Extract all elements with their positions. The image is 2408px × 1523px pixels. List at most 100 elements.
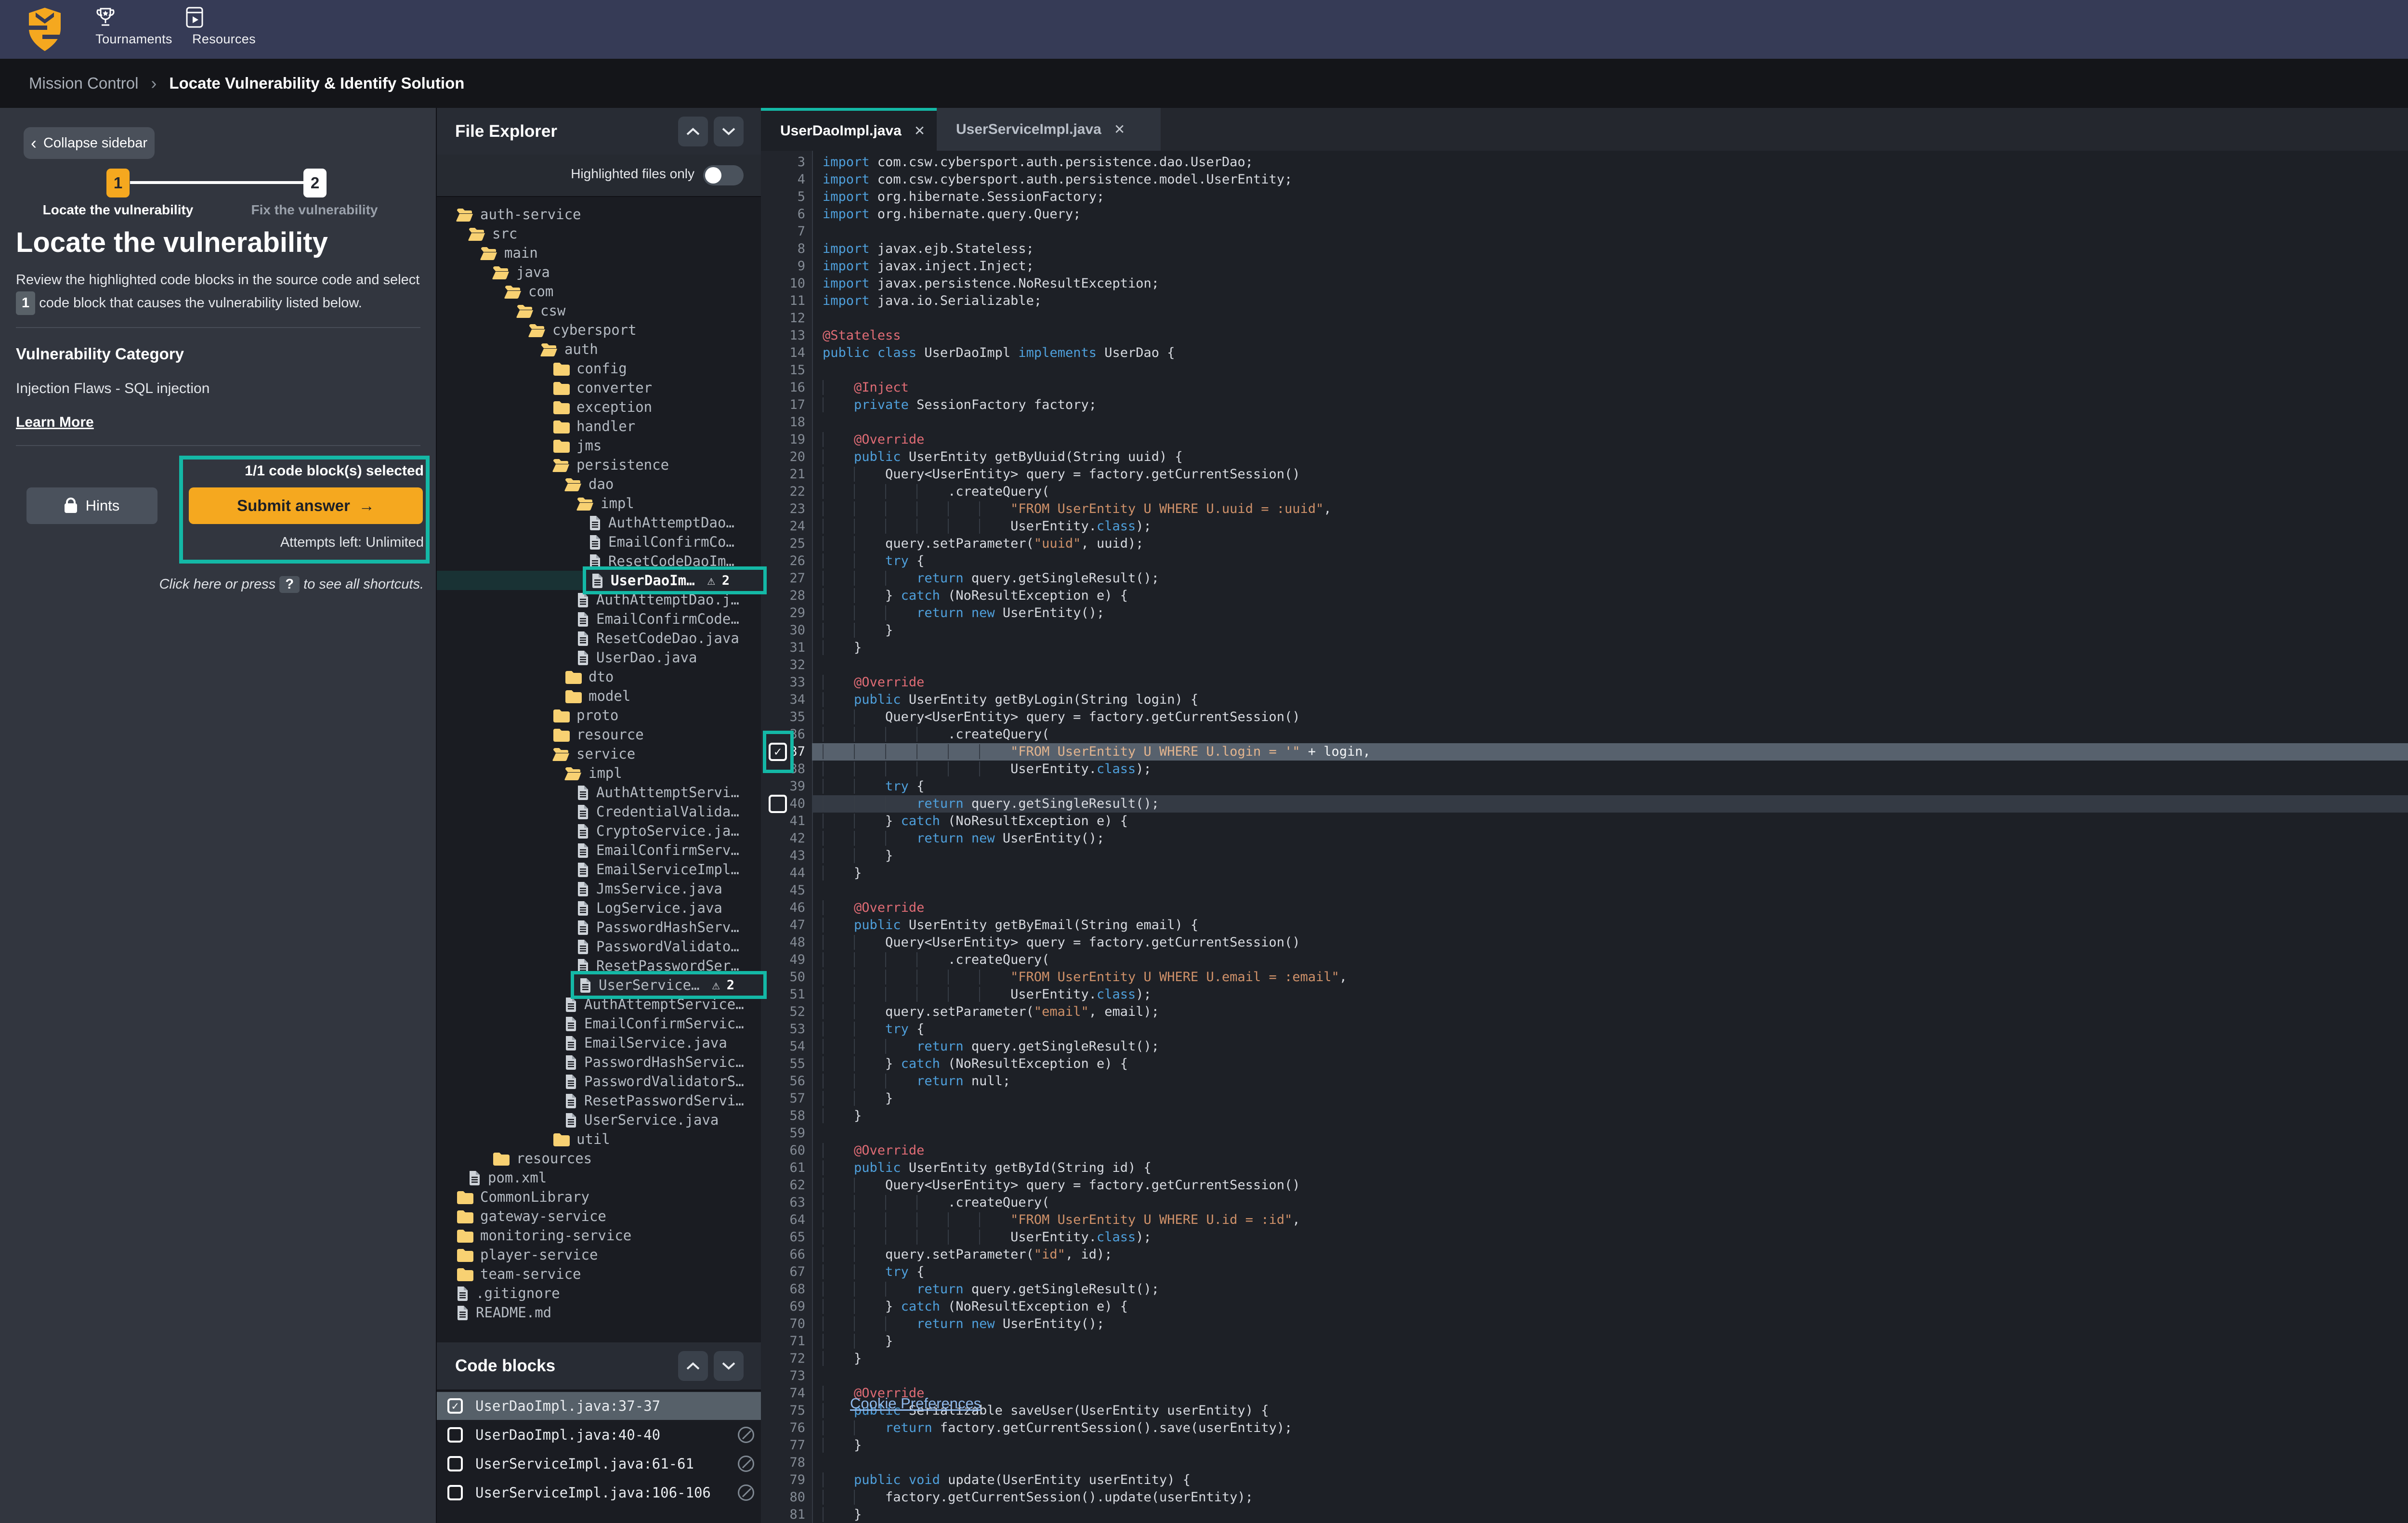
tree-item-cryptoservice-ja-[interactable]: CryptoService.ja…	[437, 821, 762, 840]
code-block-item[interactable]: ✓UserDaoImpl.java:37-37	[437, 1392, 762, 1420]
tree-item-auth[interactable]: auth	[437, 340, 762, 359]
tree-item-config[interactable]: config	[437, 359, 762, 378]
tree-item-credentialvalida-[interactable]: CredentialValida…	[437, 802, 762, 821]
checkbox-checked[interactable]: ✓	[447, 1398, 463, 1414]
line-number: 74	[761, 1385, 805, 1402]
tree-item-emailserviceimpl-[interactable]: EmailServiceImpl…	[437, 860, 762, 879]
nav-item-tournaments[interactable]: Tournaments	[93, 5, 175, 47]
tree-item-util[interactable]: util	[437, 1129, 762, 1149]
checkbox-unchecked[interactable]	[447, 1485, 463, 1500]
code-line-3: 3import com.csw.cybersport.auth.persiste…	[761, 154, 2408, 171]
editor-tab-bar: UserDaoImpl.java ✕ UserServiceImpl.java …	[761, 108, 2408, 151]
tree-item-main[interactable]: main	[437, 243, 762, 263]
cookie-preferences-link[interactable]: Cookie Preferences	[850, 1395, 981, 1412]
checkbox-unchecked[interactable]	[447, 1427, 463, 1443]
tree-item-handler[interactable]: handler	[437, 417, 762, 436]
tree-item-readme-md[interactable]: README.md	[437, 1303, 762, 1322]
tree-item-resetpasswordservi-[interactable]: ResetPasswordServi…	[437, 1091, 762, 1110]
tree-item--gitignore[interactable]: .gitignore	[437, 1284, 762, 1303]
tree-item-emailconfirmcode-[interactable]: EmailConfirmCode…	[437, 609, 762, 629]
tree-item-jmsservice-java[interactable]: JmsService.java	[437, 879, 762, 898]
tree-item-cybersport[interactable]: cybersport	[437, 320, 762, 340]
folder-icon	[456, 1267, 473, 1281]
tree-item-converter[interactable]: converter	[437, 378, 762, 397]
submit-answer-button[interactable]: Submit answer →	[189, 487, 423, 524]
nav-item-resources[interactable]: Resources	[183, 5, 265, 47]
close-icon[interactable]: ✕	[914, 123, 925, 139]
tree-item-com[interactable]: com	[437, 282, 762, 301]
tree-item-userservice-java[interactable]: UserService.java	[437, 1110, 762, 1129]
step-1-label: Locate the vulnerability	[10, 202, 226, 218]
hints-button[interactable]: Hints	[26, 487, 157, 524]
divider	[16, 327, 420, 328]
tree-item-src[interactable]: src	[437, 224, 762, 243]
tree-item-authattemptservi-[interactable]: AuthAttemptServi…	[437, 783, 762, 802]
tree-item-userdao-java[interactable]: UserDao.java	[437, 648, 762, 667]
tree-item-userservice-[interactable]: UserService…⚠2	[437, 975, 762, 995]
tree-item-monitoring-service[interactable]: monitoring-service	[437, 1226, 762, 1245]
tree-item-dao[interactable]: dao	[437, 474, 762, 494]
explorer-next-button[interactable]	[714, 117, 744, 146]
code-line-4: 4import com.csw.cybersport.auth.persiste…	[761, 171, 2408, 188]
line-number: 71	[761, 1333, 805, 1350]
tree-item-emailconfirmco-[interactable]: EmailConfirmCo…	[437, 532, 762, 551]
tree-item-impl[interactable]: impl	[437, 494, 762, 513]
line-checkbox-checked[interactable]: ✓	[769, 743, 787, 761]
tree-item-pom-xml[interactable]: pom.xml	[437, 1168, 762, 1187]
code-block-item[interactable]: UserDaoImpl.java:40-40	[437, 1421, 762, 1449]
vulnerability-category-value: Injection Flaws - SQL injection	[16, 381, 209, 397]
tree-item-model[interactable]: model	[437, 686, 762, 706]
tree-item-auth-service[interactable]: auth-service	[437, 205, 762, 224]
tree-item-emailconfirmserv-[interactable]: EmailConfirmServ…	[437, 840, 762, 860]
nav-item-label: Tournaments	[95, 32, 172, 46]
explorer-prev-button[interactable]	[678, 117, 708, 146]
tab-userdaoimpl[interactable]: UserDaoImpl.java ✕	[761, 108, 937, 151]
brand-logo-icon[interactable]	[27, 8, 63, 51]
tree-item-jms[interactable]: jms	[437, 436, 762, 455]
tree-item-emailservice-java[interactable]: EmailService.java	[437, 1033, 762, 1052]
collapse-sidebar-button[interactable]: ‹ Collapse sidebar	[24, 127, 155, 159]
line-checkbox-unchecked[interactable]	[769, 795, 787, 813]
tree-item-userdaoim-[interactable]: UserDaoIm…⚠2	[437, 571, 762, 590]
tree-item-java[interactable]: java	[437, 263, 762, 282]
checkbox-unchecked[interactable]	[447, 1456, 463, 1471]
tree-item-csw[interactable]: csw	[437, 301, 762, 320]
tree-item-commonlibrary[interactable]: CommonLibrary	[437, 1187, 762, 1207]
tree-item-passwordhashservic-[interactable]: PasswordHashServic…	[437, 1052, 762, 1072]
tab-userserviceimpl[interactable]: UserServiceImpl.java ✕	[937, 108, 1161, 151]
file-tree: auth-servicesrcmainjavacomcswcybersporta…	[437, 196, 762, 1342]
code-block-item[interactable]: UserServiceImpl.java:106-106	[437, 1479, 762, 1507]
breadcrumb-root[interactable]: Mission Control	[29, 74, 138, 92]
learn-more-link[interactable]: Learn More	[16, 414, 94, 431]
tree-item-passwordvalidato-[interactable]: PasswordValidato…	[437, 937, 762, 956]
tree-item-proto[interactable]: proto	[437, 706, 762, 725]
close-icon[interactable]: ✕	[1114, 121, 1125, 137]
tree-item-player-service[interactable]: player-service	[437, 1245, 762, 1264]
tree-item-service[interactable]: service	[437, 744, 762, 763]
tree-item-passwordhashserv-[interactable]: PasswordHashServ…	[437, 918, 762, 937]
code-blocks-prev-button[interactable]	[678, 1351, 708, 1381]
tree-item-label: service	[576, 746, 635, 762]
tree-item-logservice-java[interactable]: LogService.java	[437, 898, 762, 918]
tree-item-label: EmailServiceImpl…	[596, 861, 739, 878]
tree-item-resetcodedao-java[interactable]: ResetCodeDao.java	[437, 629, 762, 648]
tree-item-exception[interactable]: exception	[437, 397, 762, 417]
highlighted-files-toggle[interactable]	[703, 165, 744, 185]
tree-item-resources[interactable]: resources	[437, 1149, 762, 1168]
tree-item-team-service[interactable]: team-service	[437, 1264, 762, 1284]
tree-item-label: CryptoService.ja…	[596, 823, 739, 839]
tree-item-impl[interactable]: impl	[437, 763, 762, 783]
code-blocks-next-button[interactable]	[714, 1351, 744, 1381]
tree-item-passwordvalidators-[interactable]: PasswordValidatorS…	[437, 1072, 762, 1091]
tree-item-gateway-service[interactable]: gateway-service	[437, 1207, 762, 1226]
tree-item-emailconfirmservic-[interactable]: EmailConfirmServic…	[437, 1014, 762, 1033]
tree-item-authattemptdao-[interactable]: AuthAttemptDao…	[437, 513, 762, 532]
tree-item-dto[interactable]: dto	[437, 667, 762, 686]
shortcuts-hint[interactable]: Click here or press ? to see all shortcu…	[159, 576, 424, 593]
code-block-item[interactable]: UserServiceImpl.java:61-61	[437, 1450, 762, 1478]
tree-item-persistence[interactable]: persistence	[437, 455, 762, 474]
tree-item-resource[interactable]: resource	[437, 725, 762, 744]
code-line-43: 43 }	[761, 847, 2408, 865]
file-icon	[564, 1035, 577, 1051]
file-explorer-panel: File Explorer Highlighted files only aut…	[436, 108, 762, 1523]
